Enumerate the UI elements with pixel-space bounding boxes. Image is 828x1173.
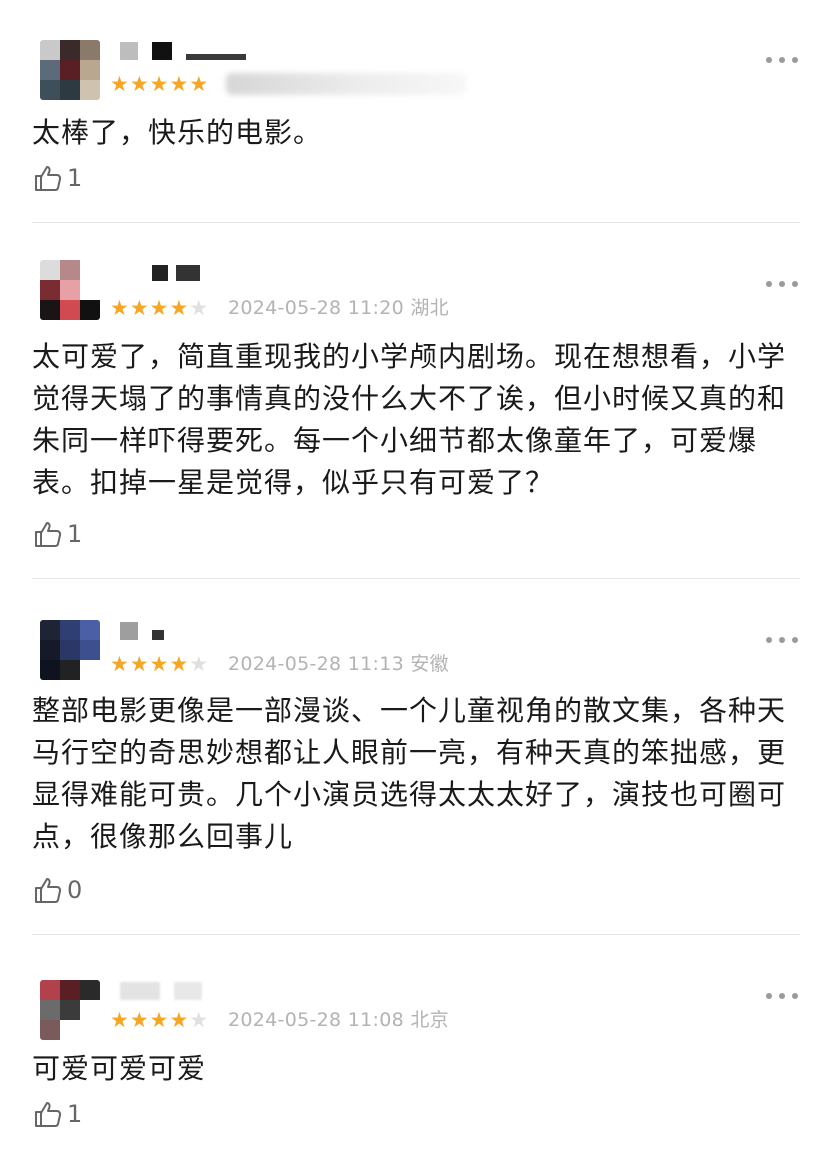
star-icon: ★ bbox=[129, 296, 149, 320]
thumbs-up-icon bbox=[35, 878, 62, 903]
thumbs-up-icon bbox=[35, 166, 62, 191]
username-redacted[interactable] bbox=[120, 262, 200, 284]
star-icon: ★ bbox=[189, 1008, 209, 1032]
review-meta: 2024-05-28 11:13 安徽 bbox=[228, 652, 449, 676]
review-date: 2024-05-28 11:20 bbox=[228, 297, 405, 319]
thumbs-up-icon bbox=[35, 1102, 62, 1127]
more-dots-icon[interactable] bbox=[766, 991, 798, 1001]
like-button[interactable]: 1 bbox=[32, 518, 82, 550]
star-icon: ★ bbox=[169, 72, 189, 96]
username-redacted[interactable] bbox=[120, 980, 202, 1002]
star-icon: ★ bbox=[189, 296, 209, 320]
divider bbox=[32, 222, 800, 223]
star-icon: ★ bbox=[149, 72, 169, 96]
like-button[interactable]: 1 bbox=[32, 1098, 82, 1130]
more-dots-icon[interactable] bbox=[766, 635, 798, 645]
star-icon: ★ bbox=[110, 72, 129, 96]
username-redacted[interactable] bbox=[120, 620, 164, 642]
avatar[interactable] bbox=[40, 620, 100, 680]
like-count: 1 bbox=[67, 164, 83, 192]
review-meta: 2024-05-28 11:08 北京 bbox=[228, 1008, 449, 1032]
like-count: 0 bbox=[67, 876, 83, 904]
star-icon: ★ bbox=[110, 296, 129, 320]
star-icon: ★ bbox=[129, 72, 149, 96]
star-icon: ★ bbox=[189, 652, 209, 676]
star-icon: ★ bbox=[129, 1008, 149, 1032]
rating-stars: ★ ★ ★ ★ ★ bbox=[110, 1008, 208, 1032]
rating-stars: ★ ★ ★ ★ ★ bbox=[110, 72, 208, 96]
avatar[interactable] bbox=[40, 40, 100, 100]
like-button[interactable]: 1 bbox=[32, 162, 82, 194]
review-text: 可爱可爱可爱 bbox=[32, 1052, 207, 1085]
review-text: 太棒了，快乐的电影。 bbox=[32, 116, 323, 149]
review-location: 湖北 bbox=[410, 297, 449, 319]
like-button[interactable]: 0 bbox=[32, 874, 82, 906]
star-icon: ★ bbox=[169, 1008, 189, 1032]
review-item: ★ ★ ★ ★ ★ 2024-05-28 11:13 安徽 整部电影更像是一部漫谈、一个… bbox=[0, 580, 828, 936]
like-count: 1 bbox=[67, 1100, 83, 1128]
star-icon: ★ bbox=[110, 652, 129, 676]
review-date: 2024-05-28 11:08 bbox=[228, 1009, 405, 1031]
star-icon: ★ bbox=[149, 652, 169, 676]
thumbs-up-icon bbox=[35, 522, 62, 547]
review-item: ★ ★ ★ ★ ★ 2024-05-28 11:08 北京 可爱可爱可爱 1 bbox=[0, 936, 828, 1173]
review-text: 整部电影更像是一部漫谈、一个儿童视角的散文集，各种天马行空的奇思妙想都让人眼前一… bbox=[32, 694, 787, 853]
review-location: 北京 bbox=[410, 1009, 449, 1031]
review-date: 2024-05-28 11:13 bbox=[228, 653, 405, 675]
star-icon: ★ bbox=[149, 296, 169, 320]
like-count: 1 bbox=[67, 520, 83, 548]
star-icon: ★ bbox=[169, 652, 189, 676]
review-item: ★ ★ ★ ★ ★ 2024-05-28 11:20 湖北 太可爱了，简直重现我的小学颅… bbox=[0, 224, 828, 580]
more-dots-icon[interactable] bbox=[766, 55, 798, 65]
review-location: 安徽 bbox=[410, 653, 449, 675]
avatar[interactable] bbox=[40, 980, 100, 1040]
more-dots-icon[interactable] bbox=[766, 279, 798, 289]
review-item: ★ ★ ★ ★ ★ 太棒了，快乐的电影。 1 bbox=[0, 0, 828, 224]
divider bbox=[32, 578, 800, 579]
rating-stars: ★ ★ ★ ★ ★ bbox=[110, 652, 208, 676]
star-icon: ★ bbox=[110, 1008, 129, 1032]
star-icon: ★ bbox=[129, 652, 149, 676]
star-icon: ★ bbox=[149, 1008, 169, 1032]
review-meta-redacted bbox=[226, 73, 466, 95]
star-icon: ★ bbox=[169, 296, 189, 320]
divider bbox=[32, 934, 800, 935]
review-meta: 2024-05-28 11:20 湖北 bbox=[228, 296, 449, 320]
username-redacted[interactable] bbox=[120, 40, 246, 62]
review-text: 太可爱了，简直重现我的小学颅内剧场。现在想想看，小学觉得天塌了的事情真的没什么大… bbox=[32, 340, 787, 499]
star-icon: ★ bbox=[189, 72, 209, 96]
avatar[interactable] bbox=[40, 260, 100, 320]
rating-stars: ★ ★ ★ ★ ★ bbox=[110, 296, 208, 320]
